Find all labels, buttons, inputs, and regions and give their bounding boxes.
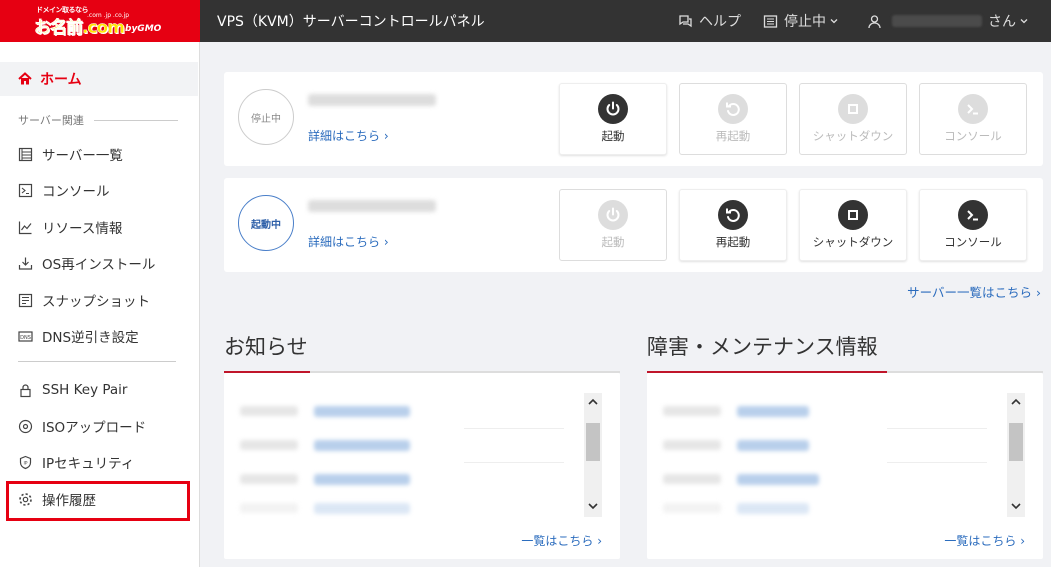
disc-icon xyxy=(18,419,33,433)
restart-icon xyxy=(718,94,748,124)
maintenance-heading: 障害・メンテナンス情報 xyxy=(647,335,878,359)
console-icon xyxy=(18,183,33,197)
server-card-running: 起動中 詳細はこちら › 起動 再起動 シャットダウン コンソール xyxy=(224,178,1043,272)
list-item[interactable] xyxy=(663,438,809,452)
app-title: VPS（KVM）サーバーコントロールパネル xyxy=(217,14,485,30)
sidebar-item-ip-security[interactable]: IP IPセキュリティ xyxy=(0,447,198,477)
restart-button[interactable]: 再起動 xyxy=(679,83,787,155)
reinstall-icon xyxy=(18,257,33,270)
news-heading: お知らせ xyxy=(224,335,308,359)
scroll-thumb[interactable] xyxy=(586,423,600,461)
terminal-icon xyxy=(958,200,988,230)
sidebar-item-ssh-key-pair[interactable]: SSH Key Pair xyxy=(0,375,198,405)
user-name-redacted xyxy=(892,15,982,27)
status-badge: 停止中 xyxy=(238,89,294,145)
home-icon xyxy=(18,72,32,85)
lock-icon xyxy=(20,383,31,397)
section-server-related: サーバー関連 xyxy=(18,112,178,128)
maintenance-more-link[interactable]: 一覧はこちら › xyxy=(944,532,1025,549)
shield-icon: IP xyxy=(19,455,32,469)
list-item[interactable] xyxy=(663,472,819,486)
start-button[interactable]: 起動 xyxy=(559,189,667,261)
maintenance-scrollbar[interactable] xyxy=(1007,393,1025,517)
list-item[interactable] xyxy=(663,501,809,515)
server-name-redacted xyxy=(308,200,436,212)
power-icon xyxy=(598,94,628,124)
sidebar-item-console[interactable]: コンソール xyxy=(0,175,198,205)
list-item[interactable] xyxy=(240,404,410,418)
svg-text:DNS: DNS xyxy=(20,335,31,341)
sidebar-item-iso-upload[interactable]: ISOアップロード xyxy=(0,411,198,441)
server-card-stopped: 停止中 詳細はこちら › 起動 再起動 シャットダウン コンソール xyxy=(224,72,1043,166)
chevron-down-icon xyxy=(1020,19,1028,24)
user-menu[interactable]: さん xyxy=(867,0,1035,42)
status-menu[interactable]: 停止中 xyxy=(763,0,845,42)
status-badge: 起動中 xyxy=(238,195,294,251)
sidebar-divider xyxy=(18,361,176,362)
stop-icon xyxy=(838,94,868,124)
sidebar-item-home[interactable]: ホーム xyxy=(0,62,198,96)
help-chat-icon xyxy=(679,15,692,28)
snapshot-icon xyxy=(18,293,33,307)
restart-button[interactable]: 再起動 xyxy=(679,189,787,261)
highlight-box xyxy=(6,481,190,521)
chevron-down-icon[interactable] xyxy=(586,499,600,513)
sidebar-item-dns-reverse[interactable]: DNS DNS逆引き設定 xyxy=(0,321,198,351)
news-more-link[interactable]: 一覧はこちら › xyxy=(521,532,602,549)
maintenance-panel: 一覧はこちら › xyxy=(647,373,1043,559)
list-item[interactable] xyxy=(663,404,809,418)
news-scrollbar[interactable] xyxy=(584,393,602,517)
terminal-icon xyxy=(958,94,988,124)
dns-icon: DNS xyxy=(18,330,33,342)
start-button[interactable]: 起動 xyxy=(559,83,667,155)
restart-icon xyxy=(718,200,748,230)
stop-icon xyxy=(838,200,868,230)
server-list-icon xyxy=(18,147,33,161)
chevron-down-icon xyxy=(830,19,838,24)
help-menu[interactable]: ヘルプ xyxy=(677,0,741,42)
sidebar-item-server-list[interactable]: サーバー一覧 xyxy=(0,139,198,169)
sidebar: ホーム サーバー関連 サーバー一覧 コンソール リソース情報 OS再インストール… xyxy=(0,42,200,567)
scroll-thumb[interactable] xyxy=(1009,423,1023,461)
onamae-logo[interactable]: ドメイン取るなら .com .jp .co.jp お名前.com byGMO xyxy=(0,0,200,42)
server-list-link[interactable]: サーバー一覧はこちら › xyxy=(907,282,1041,301)
resource-chart-icon xyxy=(18,221,32,234)
top-header: ドメイン取るなら .com .jp .co.jp お名前.com byGMO V… xyxy=(0,0,1051,42)
list-item[interactable] xyxy=(240,472,410,486)
sidebar-item-snapshot[interactable]: スナップショット xyxy=(0,285,198,315)
shutdown-button[interactable]: シャットダウン xyxy=(799,83,907,155)
chevron-up-icon[interactable] xyxy=(586,395,600,409)
sidebar-item-os-reinstall[interactable]: OS再インストール xyxy=(0,248,198,278)
user-icon xyxy=(868,14,881,28)
detail-link[interactable]: 詳細はこちら › xyxy=(308,233,389,250)
console-button[interactable]: コンソール xyxy=(919,189,1027,261)
chevron-down-icon[interactable] xyxy=(1009,499,1023,513)
list-icon xyxy=(763,14,778,28)
news-panel: 一覧はこちら › xyxy=(224,373,620,559)
list-item[interactable] xyxy=(240,501,410,515)
power-icon xyxy=(598,200,628,230)
chevron-up-icon[interactable] xyxy=(1009,395,1023,409)
server-name-redacted xyxy=(308,94,436,106)
list-item[interactable] xyxy=(240,438,410,452)
svg-text:IP: IP xyxy=(23,460,27,466)
sidebar-item-resource-info[interactable]: リソース情報 xyxy=(0,212,198,242)
detail-link[interactable]: 詳細はこちら › xyxy=(308,127,389,144)
shutdown-button[interactable]: シャットダウン xyxy=(799,189,907,261)
console-button[interactable]: コンソール xyxy=(919,83,1027,155)
